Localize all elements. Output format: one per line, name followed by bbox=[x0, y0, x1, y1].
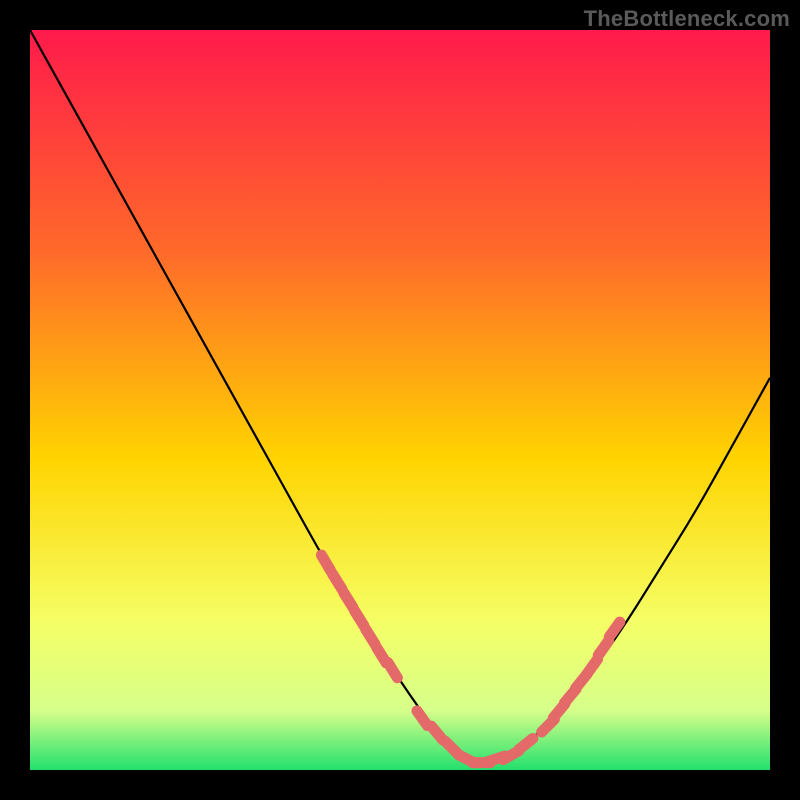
curve-marker bbox=[332, 574, 342, 589]
curve-marker bbox=[598, 641, 608, 656]
curve-markers bbox=[321, 555, 619, 763]
bottleneck-curve bbox=[30, 30, 770, 763]
curve-marker bbox=[355, 611, 365, 626]
watermark-text: TheBottleneck.com bbox=[584, 6, 790, 32]
curve-marker bbox=[431, 726, 443, 740]
chart-svg-layer bbox=[30, 30, 770, 770]
curve-marker bbox=[343, 592, 353, 607]
curve-marker bbox=[519, 738, 533, 749]
curve-marker bbox=[388, 662, 398, 677]
curve-marker bbox=[321, 555, 330, 571]
curve-marker bbox=[366, 629, 376, 644]
curve-marker bbox=[587, 659, 597, 674]
chart-frame: TheBottleneck.com bbox=[0, 0, 800, 800]
curve-marker bbox=[417, 711, 427, 726]
